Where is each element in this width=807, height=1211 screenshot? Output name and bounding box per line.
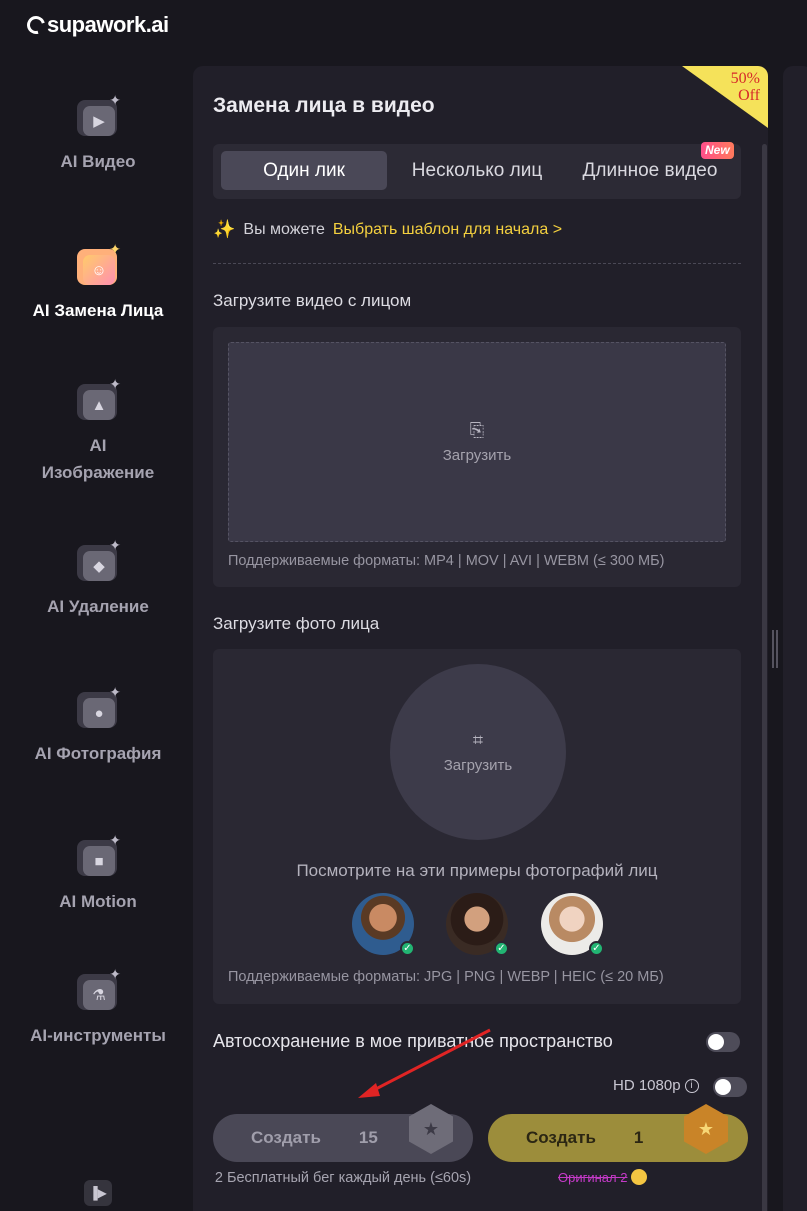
tab-single-face[interactable]: Один лик — [221, 151, 387, 190]
divider — [213, 263, 741, 264]
collapse-sidebar-button[interactable]: ▐▶ — [84, 1180, 112, 1206]
face-swap-panel: 50% Off Замена лица в видео Один лик Нес… — [193, 66, 768, 1211]
resize-handle[interactable] — [772, 630, 778, 668]
logo-text: supawork.ai — [47, 12, 169, 37]
photo-formats-text: Поддерживаемые форматы: JPG | PNG | WEBP… — [228, 969, 664, 985]
free-runs-note: 2 Бесплатный бег каждый день (≤60s) — [214, 1170, 472, 1186]
logo[interactable]: supawork.ai — [23, 12, 169, 38]
hd-option: HD 1080p i — [613, 1077, 699, 1094]
video-upload-icon: ⎘ — [469, 420, 485, 440]
video-upload-card: ⎘ Загрузить Поддерживаемые форматы: MP4 … — [213, 327, 741, 587]
free-create-count: 15 — [358, 1128, 378, 1147]
check-icon: ✓ — [589, 941, 604, 956]
sidebar-item-ai-tools[interactable]: ⚗ ✦ AI-инструменты — [0, 966, 196, 1049]
sidebar-item-label: AI Изображение — [41, 436, 155, 482]
video-icon: ▶ — [83, 106, 115, 136]
sidebar-item-ai-video[interactable]: ▶ ✦ AI Видео — [0, 92, 196, 175]
mode-tabs: Один лик Несколько лиц Длинное видео New — [213, 142, 741, 199]
examples-label: Посмотрите на эти примеры фотографий лиц — [296, 861, 658, 880]
original-price-text: Оригинал 2 — [558, 1169, 628, 1185]
sidebar-item-ai-photo[interactable]: ● ✦ AI Фотография — [0, 684, 196, 767]
sidebar-item-ai-motion[interactable]: ■ ✦ AI Motion — [0, 832, 196, 915]
video-formats-text: Поддерживаемые форматы: MP4 | MOV | AVI … — [228, 553, 665, 569]
sidebar: ▶ ✦ AI Видео ☺ ✦ AI Замена Лица ▲ ✦ AI Изоб… — [0, 60, 196, 1211]
face-swap-icon: ☺ — [83, 255, 115, 285]
example-face-1[interactable]: ✓ — [352, 893, 415, 956]
sidebar-item-label: AI-инструменты — [30, 1026, 166, 1045]
portrait-icon: ● — [83, 698, 115, 728]
promo-percent: 50% — [730, 70, 760, 87]
new-badge: New — [701, 142, 734, 159]
photo-upload-card: ⌗ Загрузить Посмотрите на эти примеры фо… — [213, 649, 741, 1004]
check-icon: ✓ — [494, 941, 509, 956]
page-title: Замена лица в видео — [213, 94, 435, 117]
logo-icon — [23, 12, 49, 38]
autosave-label: Автосохранение в мое приватное пространс… — [213, 1031, 613, 1051]
sidebar-item-ai-remove[interactable]: ◆ ✦ AI Удаление — [0, 537, 196, 620]
photo-upload-dropzone[interactable]: ⌗ Загрузить — [390, 664, 566, 840]
video-section-label: Загрузите видео с лицом — [213, 291, 412, 310]
sidebar-item-ai-face-swap[interactable]: ☺ ✦ AI Замена Лица — [0, 241, 196, 324]
original-price-note: Оригинал 2 — [558, 1169, 648, 1185]
example-face-3[interactable]: ✓ — [541, 893, 604, 956]
collapse-icon: ▐▶ — [89, 1186, 107, 1200]
info-icon[interactable]: i — [684, 1078, 699, 1093]
eraser-icon: ◆ — [83, 551, 115, 581]
image-icon: ▲ — [83, 390, 115, 420]
sidebar-item-ai-image[interactable]: ▲ ✦ AI Изображение — [0, 376, 196, 486]
create-button[interactable]: Создать 1 ★ — [488, 1104, 748, 1162]
premium-badge-icon: ★ — [684, 1104, 728, 1154]
check-icon: ✓ — [400, 941, 415, 956]
hd-label: HD 1080p — [613, 1077, 681, 1094]
motion-camera-icon: ■ — [83, 846, 115, 876]
hint-prefix: Вы можете — [243, 220, 325, 238]
autosave-toggle[interactable] — [706, 1032, 740, 1052]
create-label: Создать — [526, 1128, 596, 1147]
example-face-2[interactable]: ✓ — [446, 893, 509, 956]
coin-icon — [631, 1169, 648, 1185]
sidebar-item-label: AI Удаление — [47, 597, 149, 616]
tab-multiple-faces[interactable]: Несколько лиц — [393, 151, 561, 190]
face-scan-icon: ⌗ — [472, 730, 484, 750]
free-create-label: Создать — [251, 1128, 321, 1147]
photo-upload-text: Загрузить — [443, 757, 513, 774]
promo-off: Off — [738, 87, 760, 104]
free-badge-icon: ★ — [409, 1104, 453, 1154]
sidebar-item-label: AI Видео — [60, 152, 136, 171]
promo-text: 50% Off — [731, 70, 760, 104]
choose-template-link[interactable]: Выбрать шаблон для начала > — [333, 221, 562, 239]
sparkle-icon: ✨ — [213, 219, 236, 239]
photo-section-label: Загрузите фото лица — [213, 614, 380, 633]
flask-icon: ⚗ — [83, 980, 115, 1010]
free-create-button[interactable]: Создать 15 ★ — [213, 1104, 473, 1162]
video-upload-text: Загрузить — [442, 447, 512, 464]
template-hint: ✨ Вы можете Выбрать шаблон для начала > — [213, 219, 562, 240]
panel-scrollbar[interactable] — [762, 144, 767, 1211]
hd-toggle[interactable] — [713, 1077, 747, 1097]
sidebar-item-label: AI Motion — [59, 892, 137, 911]
sidebar-item-label: AI Замена Лица — [32, 301, 164, 320]
result-pane — [783, 66, 807, 1211]
sidebar-item-label: AI Фотография — [34, 744, 162, 763]
create-count: 1 — [633, 1128, 644, 1147]
video-upload-dropzone[interactable]: ⎘ Загрузить — [228, 342, 726, 542]
